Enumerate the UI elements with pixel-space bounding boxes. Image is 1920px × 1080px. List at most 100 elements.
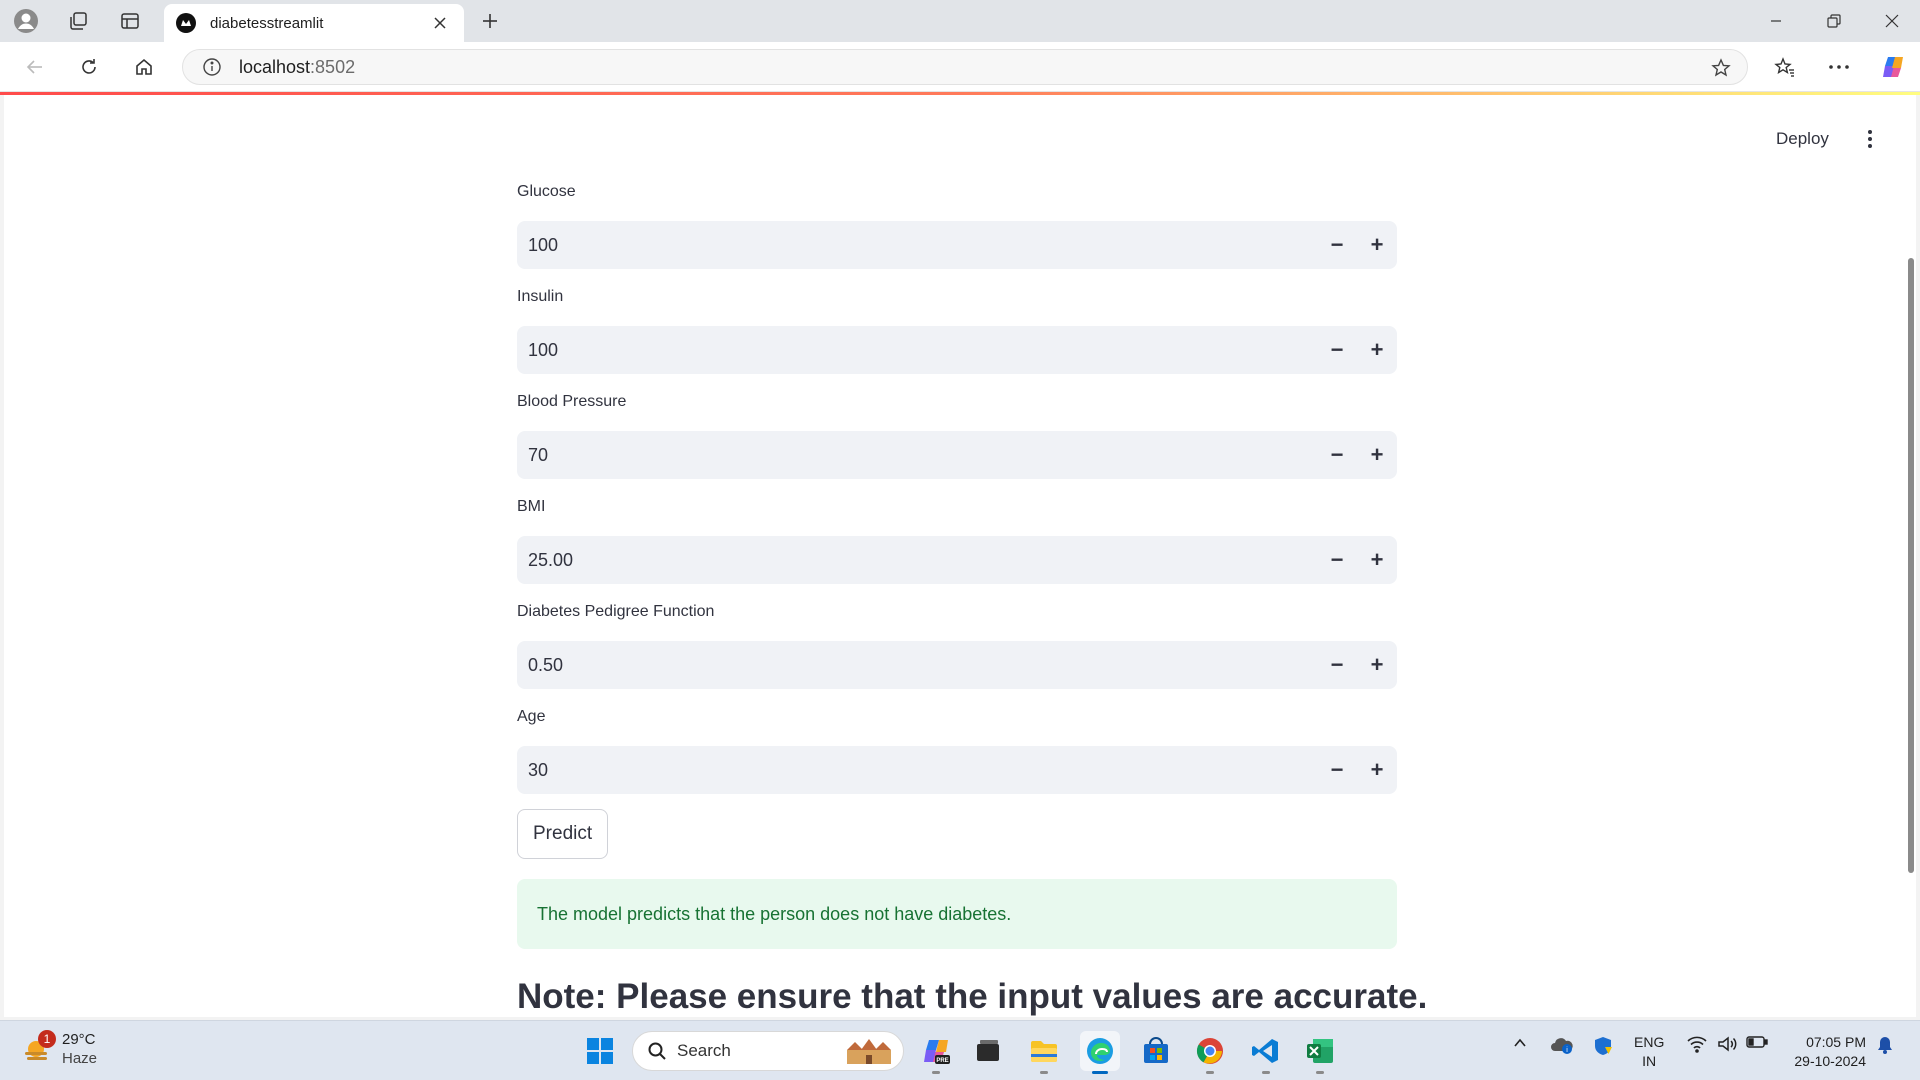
minimize-icon[interactable] xyxy=(1748,0,1804,42)
clock-time: 07:05 PM xyxy=(1806,1034,1866,1050)
search-label: Search xyxy=(677,1041,731,1060)
field-label: Glucose xyxy=(517,183,576,200)
search-highlight-icon xyxy=(841,1036,897,1071)
age-field: Age 30 − + xyxy=(517,706,1397,794)
blood-pressure-number-input[interactable]: 70 − + xyxy=(517,431,1397,479)
copilot-pre-app-icon[interactable]: PRE xyxy=(916,1031,956,1074)
input-language-indicator[interactable]: ENG IN xyxy=(1634,1033,1664,1071)
microsoft-store-icon[interactable] xyxy=(1136,1031,1176,1071)
glucose-number-input[interactable]: 100 − + xyxy=(517,221,1397,269)
file-explorer-icon[interactable] xyxy=(1024,1031,1064,1074)
pedigree-input[interactable]: 0.50 xyxy=(517,655,1317,676)
increment-button[interactable]: + xyxy=(1357,746,1397,794)
deploy-button[interactable]: Deploy xyxy=(1770,125,1835,153)
age-input[interactable]: 30 xyxy=(517,760,1317,781)
insulin-input[interactable]: 100 xyxy=(517,340,1317,361)
main-menu-icon[interactable] xyxy=(1858,125,1882,153)
new-tab-icon[interactable] xyxy=(474,6,506,36)
refresh-icon[interactable] xyxy=(72,51,106,83)
back-icon[interactable] xyxy=(18,51,52,83)
increment-button[interactable]: + xyxy=(1357,221,1397,269)
site-info-icon[interactable] xyxy=(201,56,223,78)
decrement-button[interactable]: − xyxy=(1317,431,1357,479)
language-code: ENG xyxy=(1634,1034,1665,1050)
weather-condition: Haze xyxy=(62,1050,98,1067)
page-scrollbar[interactable] xyxy=(1908,258,1914,873)
glucose-input[interactable]: 100 xyxy=(517,235,1317,256)
url-port: :8502 xyxy=(310,56,356,77)
address-bar[interactable]: localhost:8502 xyxy=(182,49,1748,85)
start-menu-icon[interactable] xyxy=(580,1031,620,1071)
edge-browser-icon[interactable] xyxy=(1080,1031,1120,1074)
windows-taskbar: 1 29°C Haze Search PRE i ENG IN 07:05 PM… xyxy=(0,1020,1920,1080)
browser-tab-bar: diabetesstreamlit xyxy=(0,0,1920,42)
volume-icon[interactable] xyxy=(1716,1035,1738,1053)
age-number-input[interactable]: 30 − + xyxy=(517,746,1397,794)
copilot-icon[interactable] xyxy=(1876,51,1910,83)
increment-button[interactable]: + xyxy=(1357,431,1397,479)
onedrive-icon[interactable]: i xyxy=(1550,1035,1574,1055)
browser-toolbar: localhost:8502 xyxy=(0,42,1920,92)
tab-title: diabetesstreamlit xyxy=(210,14,324,32)
increment-button[interactable]: + xyxy=(1357,326,1397,374)
insulin-number-input[interactable]: 100 − + xyxy=(517,326,1397,374)
restore-icon[interactable] xyxy=(1806,0,1862,42)
show-hidden-icons-chevron-icon[interactable] xyxy=(1512,1035,1528,1051)
success-alert: The model predicts that the person does … xyxy=(517,879,1397,949)
weather-widget[interactable]: 1 29°C Haze xyxy=(22,1030,97,1068)
notification-badge: 1 xyxy=(38,1030,56,1048)
taskbar-search[interactable]: Search xyxy=(632,1031,904,1071)
tab-close-icon[interactable] xyxy=(428,11,452,35)
decrement-button[interactable]: − xyxy=(1317,221,1357,269)
close-window-icon[interactable] xyxy=(1864,0,1920,42)
bmi-input[interactable]: 25.00 xyxy=(517,550,1317,571)
increment-button[interactable]: + xyxy=(1357,536,1397,584)
result-message: The model predicts that the person does … xyxy=(537,903,1012,924)
decrement-button[interactable]: − xyxy=(1317,326,1357,374)
profile-icon[interactable] xyxy=(10,6,42,36)
vertical-tabs-icon[interactable] xyxy=(114,6,146,36)
workspaces-icon[interactable] xyxy=(62,6,94,36)
pedigree-number-input[interactable]: 0.50 − + xyxy=(517,641,1397,689)
field-label: BMI xyxy=(517,498,546,515)
home-icon[interactable] xyxy=(127,51,161,83)
blood-pressure-input[interactable]: 70 xyxy=(517,445,1317,466)
svg-text:PRE: PRE xyxy=(936,1058,948,1064)
notifications-bell-icon[interactable] xyxy=(1876,1035,1894,1055)
predict-button[interactable]: Predict xyxy=(517,809,609,859)
field-label: Age xyxy=(517,708,546,725)
glucose-field: Glucose 100 − + xyxy=(517,181,1397,269)
url-host: localhost xyxy=(239,56,311,77)
bmi-field: BMI 25.00 − + xyxy=(517,496,1397,584)
field-label: Diabetes Pedigree Function xyxy=(517,603,715,620)
pedigree-field: Diabetes Pedigree Function 0.50 − + xyxy=(517,601,1397,689)
increment-button[interactable]: + xyxy=(1357,641,1397,689)
system-clock[interactable]: 07:05 PM 29-10-2024 xyxy=(1782,1033,1866,1071)
decrement-button[interactable]: − xyxy=(1317,641,1357,689)
page-viewport: Deploy Glucose 100 − + Insulin 100 − + B… xyxy=(4,95,1916,1017)
favorites-icon[interactable] xyxy=(1768,51,1802,83)
chrome-icon[interactable] xyxy=(1190,1031,1230,1074)
task-view-icon[interactable] xyxy=(968,1031,1008,1071)
browser-tab-active[interactable]: diabetesstreamlit xyxy=(164,4,464,42)
decrement-button[interactable]: − xyxy=(1317,746,1357,794)
excel-icon[interactable] xyxy=(1300,1031,1340,1074)
decrement-button[interactable]: − xyxy=(1317,536,1357,584)
bmi-number-input[interactable]: 25.00 − + xyxy=(517,536,1397,584)
field-label: Blood Pressure xyxy=(517,393,627,410)
search-icon xyxy=(647,1041,667,1061)
wifi-icon[interactable] xyxy=(1686,1035,1708,1053)
battery-icon[interactable] xyxy=(1746,1035,1768,1049)
note-heading: Note: Please ensure that the input value… xyxy=(517,977,1428,1016)
region-code: IN xyxy=(1642,1053,1657,1069)
windows-security-icon[interactable] xyxy=(1592,1035,1614,1057)
clock-date: 29-10-2024 xyxy=(1794,1053,1866,1069)
favorite-star-icon[interactable] xyxy=(1709,56,1733,80)
insulin-field: Insulin 100 − + xyxy=(517,286,1397,374)
blood-pressure-field: Blood Pressure 70 − + xyxy=(517,391,1397,479)
more-options-icon[interactable] xyxy=(1822,51,1856,83)
weather-haze-icon: 1 xyxy=(22,1030,56,1064)
vscode-icon[interactable] xyxy=(1246,1031,1286,1074)
weather-temperature: 29°C xyxy=(62,1031,96,1048)
streamlit-favicon-icon xyxy=(176,13,196,33)
